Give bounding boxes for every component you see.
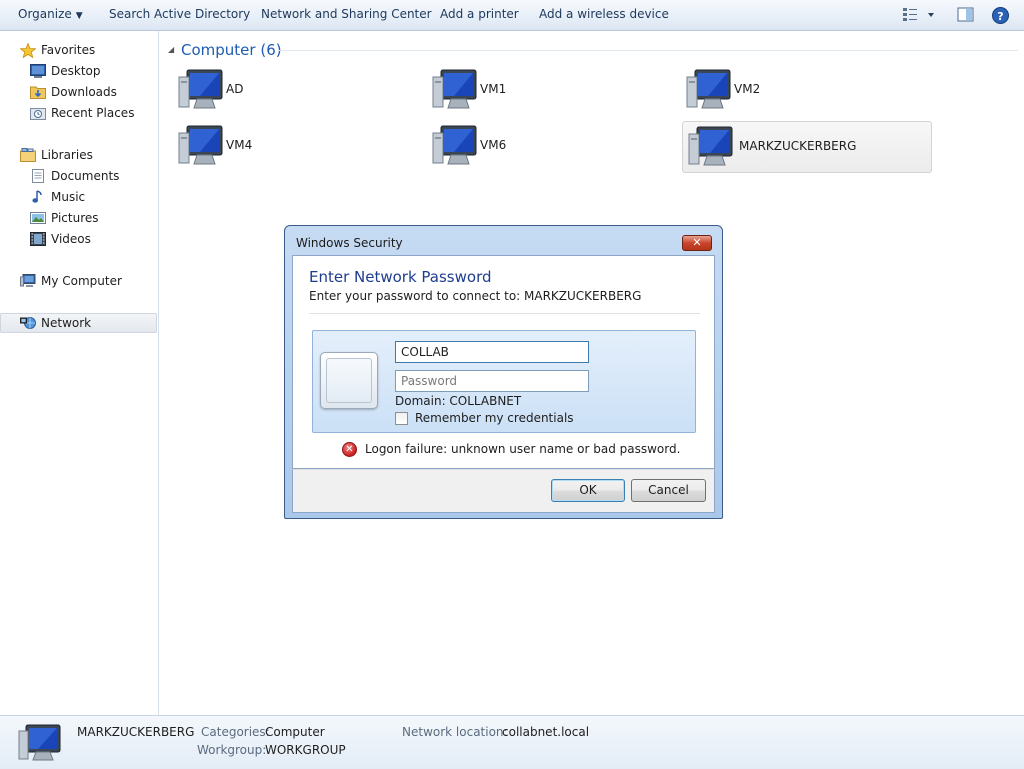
organize-menu[interactable]: Organize ▼ bbox=[18, 7, 83, 21]
details-categories-label: Categories: bbox=[201, 725, 270, 739]
details-workgroup-label: Workgroup: bbox=[197, 743, 267, 757]
cancel-button[interactable]: Cancel bbox=[631, 479, 706, 502]
nav-downloads-label: Downloads bbox=[51, 85, 117, 99]
computer-icon bbox=[18, 722, 64, 767]
add-wireless-device-button[interactable]: Add a wireless device bbox=[539, 7, 669, 21]
collapse-group-icon[interactable]: ◢ bbox=[168, 45, 174, 54]
pictures-icon bbox=[30, 211, 46, 225]
star-icon bbox=[19, 42, 37, 59]
user-tile bbox=[320, 352, 378, 409]
close-icon: ✕ bbox=[692, 236, 702, 249]
computer-item[interactable]: VM4 bbox=[168, 120, 418, 172]
svg-text:?: ? bbox=[997, 10, 1003, 23]
computer-item[interactable]: VM1 bbox=[422, 64, 672, 116]
preview-pane-icon[interactable] bbox=[957, 6, 974, 26]
details-pane: MARKZUCKERBERG Categories: Computer Work… bbox=[0, 715, 1024, 769]
computer-icon bbox=[432, 68, 480, 115]
computer-item[interactable]: VM6 bbox=[422, 120, 672, 172]
documents-icon bbox=[30, 169, 46, 183]
remember-credentials-label[interactable]: Remember my credentials bbox=[415, 411, 574, 425]
details-name: MARKZUCKERBERG bbox=[77, 725, 195, 739]
nav-pictures[interactable]: Pictures bbox=[0, 208, 157, 228]
computer-item[interactable]: VM2 bbox=[676, 64, 926, 116]
nav-videos-label: Videos bbox=[51, 232, 91, 246]
windows-security-dialog: Windows Security ✕ Enter Network Passwor… bbox=[284, 225, 723, 519]
nav-favorites-label: Favorites bbox=[41, 43, 96, 57]
dialog-title: Windows Security bbox=[296, 236, 403, 250]
username-field[interactable] bbox=[395, 341, 589, 363]
navigation-pane: Favorites Desktop Downloads Recent Place… bbox=[0, 31, 159, 715]
details-workgroup-value: WORKGROUP bbox=[265, 743, 346, 757]
computer-icon bbox=[20, 274, 36, 288]
nav-network-label: Network bbox=[41, 316, 92, 330]
nav-downloads[interactable]: Downloads bbox=[0, 82, 157, 102]
desktop-icon bbox=[30, 64, 46, 78]
user-avatar bbox=[326, 358, 372, 403]
add-printer-button[interactable]: Add a printer bbox=[440, 7, 519, 21]
computer-icon bbox=[432, 124, 480, 171]
dialog-body: Enter Network Password Enter your passwo… bbox=[292, 255, 715, 469]
password-field[interactable] bbox=[395, 370, 589, 392]
computer-item[interactable]: AD bbox=[168, 64, 418, 116]
organize-label: Organize bbox=[18, 7, 72, 21]
computer-icon bbox=[686, 68, 734, 115]
nav-desktop[interactable]: Desktop bbox=[0, 61, 157, 81]
nav-music-label: Music bbox=[51, 190, 86, 204]
nav-music[interactable]: Music bbox=[0, 187, 157, 207]
computer-icon bbox=[688, 125, 736, 172]
nav-my-computer-label: My Computer bbox=[41, 274, 122, 288]
details-location-value: collabnet.local bbox=[502, 725, 590, 739]
nav-pictures-label: Pictures bbox=[51, 211, 99, 225]
nav-network[interactable]: Network bbox=[0, 313, 157, 333]
nav-libraries[interactable]: Libraries bbox=[0, 145, 157, 165]
computer-name: AD bbox=[226, 82, 244, 96]
nav-documents-label: Documents bbox=[51, 169, 120, 183]
group-divider bbox=[278, 50, 1018, 51]
nav-favorites[interactable]: Favorites bbox=[0, 40, 157, 60]
network-sharing-center-button[interactable]: Network and Sharing Center bbox=[261, 7, 432, 21]
nav-libraries-label: Libraries bbox=[41, 148, 93, 162]
nav-recent-places-label: Recent Places bbox=[51, 106, 135, 120]
network-icon bbox=[20, 316, 36, 330]
computer-name: VM2 bbox=[734, 82, 761, 96]
details-categories-value: Computer bbox=[265, 725, 325, 739]
credential-tile[interactable]: Domain: COLLABNET Remember my credential… bbox=[312, 330, 696, 433]
downloads-folder-icon bbox=[30, 85, 46, 99]
remember-credentials-checkbox[interactable] bbox=[395, 412, 408, 425]
dialog-heading: Enter Network Password bbox=[309, 268, 492, 286]
recent-places-icon bbox=[30, 106, 46, 120]
videos-icon bbox=[30, 232, 46, 246]
chevron-down-icon: ▼ bbox=[75, 11, 83, 21]
ok-button[interactable]: OK bbox=[551, 479, 625, 502]
computer-name: VM6 bbox=[480, 138, 507, 152]
domain-label: Domain: COLLABNET bbox=[395, 394, 522, 408]
close-button[interactable]: ✕ bbox=[682, 235, 712, 251]
music-icon bbox=[30, 190, 46, 204]
dialog-subtitle: Enter your password to connect to: MARKZ… bbox=[309, 289, 642, 303]
nav-documents[interactable]: Documents bbox=[0, 166, 157, 186]
computer-icon bbox=[178, 124, 226, 171]
help-icon[interactable]: ? bbox=[992, 7, 1009, 27]
view-options-icon[interactable] bbox=[902, 6, 938, 27]
error-icon: ✕ bbox=[342, 442, 357, 457]
computer-name: VM4 bbox=[226, 138, 253, 152]
computer-item[interactable]: MARKZUCKERBERG bbox=[682, 121, 932, 173]
nav-desktop-label: Desktop bbox=[51, 64, 101, 78]
search-active-directory-button[interactable]: Search Active Directory bbox=[109, 7, 250, 21]
nav-videos[interactable]: Videos bbox=[0, 229, 157, 249]
nav-recent-places[interactable]: Recent Places bbox=[0, 103, 157, 123]
error-message: Logon failure: unknown user name or bad … bbox=[365, 442, 681, 456]
nav-my-computer[interactable]: My Computer bbox=[0, 271, 157, 291]
computer-name: VM1 bbox=[480, 82, 507, 96]
command-bar: Organize ▼ Search Active Directory Networ… bbox=[0, 0, 1024, 31]
dialog-divider bbox=[309, 313, 700, 314]
libraries-icon bbox=[20, 148, 36, 162]
computer-icon bbox=[178, 68, 226, 115]
computer-name: MARKZUCKERBERG bbox=[739, 139, 857, 153]
dialog-footer: OK Cancel bbox=[292, 469, 715, 513]
group-header-computer[interactable]: Computer (6) bbox=[181, 41, 282, 59]
details-location-label: Network location: bbox=[402, 725, 508, 739]
